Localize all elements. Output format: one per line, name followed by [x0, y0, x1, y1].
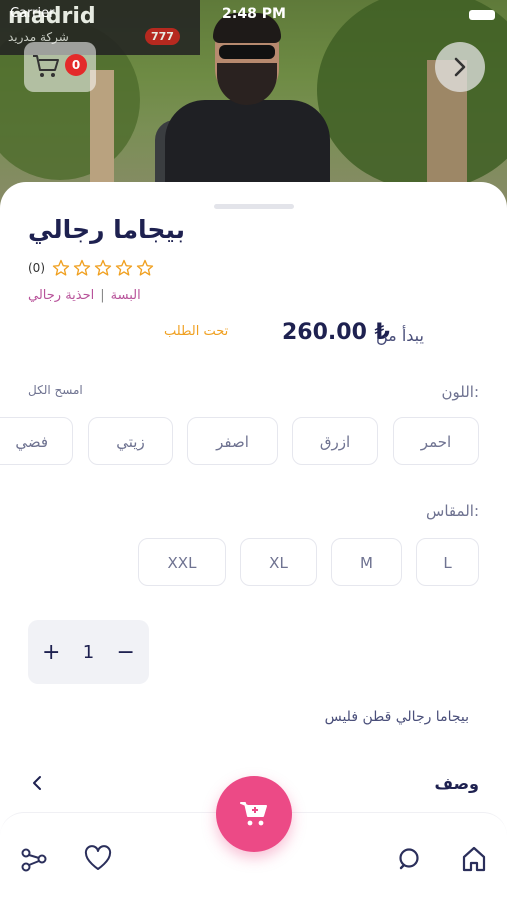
- back-button[interactable]: [435, 42, 485, 92]
- category-link[interactable]: البسة: [111, 288, 141, 303]
- home-icon[interactable]: [461, 845, 487, 873]
- short-description: بيجاما رجالي قطن فليس: [324, 709, 469, 725]
- availability-badge: تحت الطلب: [164, 324, 229, 339]
- star-icon: [73, 259, 91, 276]
- price-prefix: يبدأ من: [376, 326, 424, 345]
- color-option[interactable]: اصفر: [187, 417, 278, 465]
- color-option[interactable]: زيتي: [88, 417, 173, 465]
- star-icon: [136, 259, 154, 276]
- cart-count-badge: 0: [65, 54, 87, 76]
- color-option[interactable]: فضي: [0, 417, 73, 465]
- chevron-right-icon: [454, 57, 466, 77]
- search-icon[interactable]: [397, 846, 423, 872]
- cart-button[interactable]: 0: [24, 42, 96, 92]
- rating[interactable]: (0): [28, 259, 154, 277]
- battery-icon: [469, 10, 495, 20]
- size-option[interactable]: XXL: [138, 538, 226, 586]
- share-icon[interactable]: [20, 845, 48, 873]
- quantity-stepper: + 1 −: [28, 620, 149, 684]
- product-title: بيجاما رجالي: [28, 215, 186, 244]
- color-option[interactable]: احمر: [393, 417, 479, 465]
- cart-icon: [33, 55, 59, 77]
- category-link[interactable]: احذية رجالي: [28, 288, 94, 303]
- heart-icon[interactable]: [84, 845, 112, 871]
- clear-all-button[interactable]: امسح الكل: [28, 383, 83, 397]
- size-option[interactable]: L: [416, 538, 479, 586]
- sheet-handle[interactable]: [214, 204, 294, 209]
- product-price: 260.00 ₺: [282, 320, 390, 345]
- size-option[interactable]: XL: [240, 538, 317, 586]
- size-label: المقاس:: [426, 502, 479, 520]
- color-option[interactable]: ازرق: [292, 417, 378, 465]
- add-to-cart-button[interactable]: [216, 776, 292, 852]
- price-row: تحت الطلب 260.00 ₺ يبدأ من: [0, 320, 507, 350]
- category-breadcrumb: البسة|احذية رجالي: [28, 288, 141, 303]
- star-icon: [52, 259, 70, 276]
- star-icon: [94, 259, 112, 276]
- rating-count: (0): [28, 261, 45, 275]
- size-option[interactable]: M: [331, 538, 402, 586]
- color-label: اللون:: [441, 383, 479, 401]
- decrement-button[interactable]: −: [111, 640, 141, 665]
- description-tab-label: وصف: [434, 774, 479, 793]
- quantity-value: 1: [82, 641, 95, 663]
- star-icon: [115, 259, 133, 276]
- cart-icon: [240, 802, 267, 826]
- increment-button[interactable]: +: [36, 640, 66, 665]
- chevron-left-icon: [33, 776, 41, 790]
- carrier-label: Carrier: [10, 6, 55, 21]
- status-bar: Carrier 2:48 PM: [0, 4, 507, 24]
- status-time: 2:48 PM: [222, 6, 286, 22]
